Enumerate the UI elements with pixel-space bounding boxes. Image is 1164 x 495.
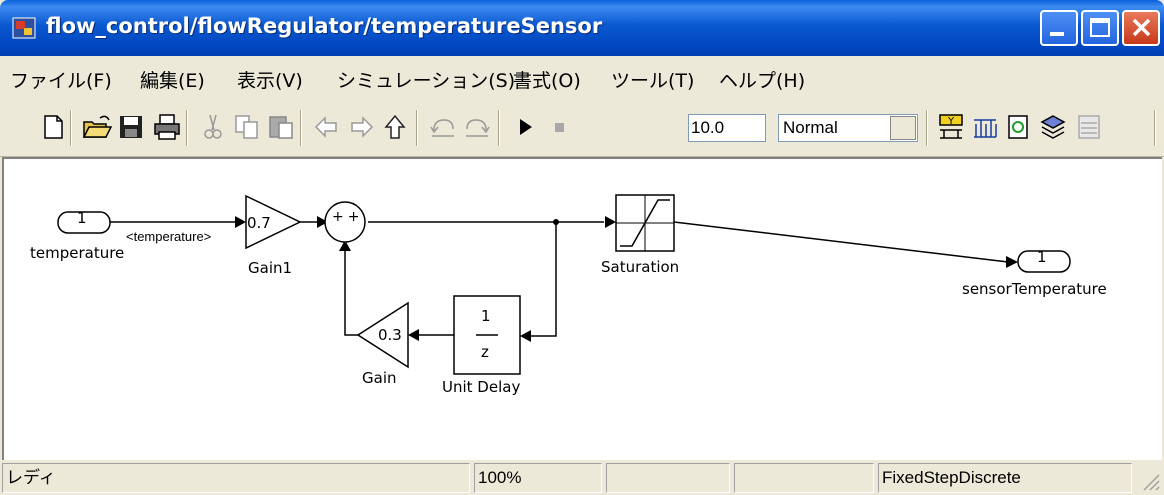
menu-file[interactable]: ファイル(F) [10,66,112,93]
library-icon[interactable]: Y [934,110,968,144]
svg-text:Y: Y [947,116,955,127]
unit-delay-denominator: z [481,343,489,361]
block-diagram [57,194,1071,375]
toolbar-separator [1154,110,1156,146]
cut-icon[interactable] [196,110,230,144]
toolbar: Y [0,100,1164,230]
paste-icon[interactable] [264,110,298,144]
status-bar: レディ 100% FixedStepDiscrete [0,461,1164,495]
status-zoom: 100% [474,463,602,493]
signal-label: <temperature> [126,229,212,244]
gain-label: Gain [362,369,397,387]
menu-edit[interactable]: 編集(E) [140,66,205,93]
gain-value: 0.3 [378,326,402,344]
model-explorer-icon[interactable] [968,110,1002,144]
resize-grip-icon[interactable] [1138,469,1160,491]
unit-delay-numerator: 1 [481,307,491,325]
status-state: レディ [2,463,470,493]
saturation-label: Saturation [601,258,680,276]
copy-icon[interactable] [230,110,264,144]
simulation-mode-select[interactable]: Normal [778,114,918,142]
inport-label: temperature [30,244,125,262]
sum-signs: ++ [332,209,364,225]
simulink-window: flow_control/flowRegulator/temperatureSe… [0,0,1164,495]
menu-view[interactable]: 表示(V) [237,66,303,93]
outport-label: sensorTemperature [962,280,1107,298]
play-icon[interactable] [508,110,542,144]
status-solver: FixedStepDiscrete [878,463,1132,493]
menu-help[interactable]: ヘルプ(H) [719,66,805,93]
stop-icon[interactable] [542,110,576,144]
minimize-button[interactable] [1040,10,1078,46]
debug-icon[interactable] [1072,110,1106,144]
up-icon[interactable] [378,110,412,144]
save-icon[interactable] [114,110,148,144]
toolbar-separator [498,110,500,146]
gain1-label: Gain1 [248,259,293,277]
redo-icon[interactable] [460,110,494,144]
forward-icon[interactable] [344,110,378,144]
saturation-block[interactable] [615,194,675,252]
gain1-value: 0.7 [247,214,271,232]
menu-tools[interactable]: ツール(T) [611,66,694,93]
toolbar-separator [416,110,418,146]
new-icon[interactable] [36,110,70,144]
stop-time-input[interactable]: 10.0 [688,114,766,142]
unit-delay-label: Unit Delay [442,378,521,396]
status-panel-empty [606,463,730,493]
maximize-icon [1090,18,1110,37]
simulink-app-icon [12,17,36,39]
undo-icon[interactable] [426,110,460,144]
simulation-mode-arrow[interactable] [890,116,916,140]
toolbar-separator [186,110,188,146]
outport-number: 1 [1037,248,1047,266]
menu-simulation[interactable]: シミュレーション(S) [337,66,515,93]
close-icon [1132,18,1151,37]
print-icon[interactable] [150,110,184,144]
simulation-mode-value: Normal [783,118,838,137]
close-button[interactable] [1122,10,1160,46]
window-title: flow_control/flowRegulator/temperatureSe… [46,14,603,38]
maximize-button[interactable] [1081,10,1119,46]
title-bar[interactable]: flow_control/flowRegulator/temperatureSe… [0,0,1164,56]
minimize-icon [1050,32,1064,36]
toolbar-separator [926,110,928,146]
build-icon[interactable] [1036,110,1070,144]
toolbar-separator [300,110,302,146]
toolbar-separator [70,110,72,146]
menu-format[interactable]: 書式(O) [513,66,581,93]
update-icon[interactable] [1002,110,1036,144]
back-icon[interactable] [310,110,344,144]
open-icon[interactable] [80,110,114,144]
status-panel-empty [734,463,874,493]
menu-bar: ファイル(F) 編集(E) 表示(V) シミュレーション(S) 書式(O) ツー… [0,56,1164,100]
inport-number: 1 [77,209,87,227]
